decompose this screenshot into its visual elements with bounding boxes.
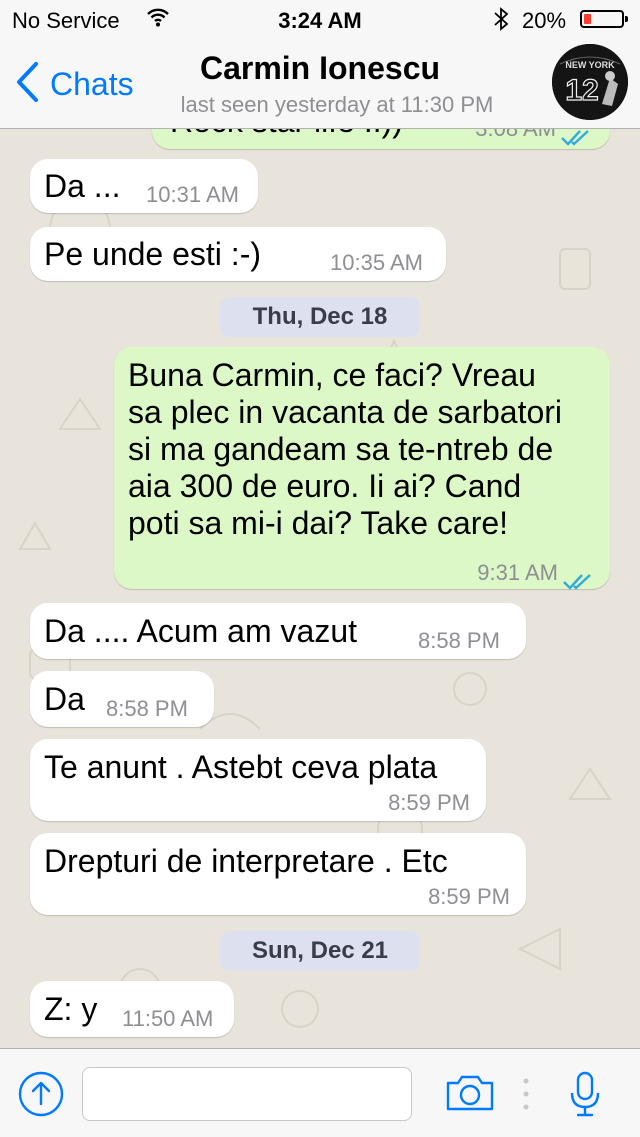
message-time: 8:58 PM	[106, 696, 188, 721]
message-outgoing[interactable]: Rock star life !!)) 3:08 AM	[152, 129, 610, 149]
status-bar: No Service 3:24 AM 20%	[0, 0, 640, 40]
message-line: aia 300 de euro. Ii ai? Cand	[128, 468, 522, 504]
upload-arrow-icon[interactable]	[18, 1071, 64, 1122]
message-time: 10:35 AM	[330, 250, 423, 275]
avatar-number: 12	[565, 74, 598, 107]
battery-icon	[580, 10, 628, 28]
avatar-caption: NEW YORK	[565, 60, 615, 70]
message-input[interactable]	[82, 1067, 412, 1121]
date-separator: Thu, Dec 18	[220, 297, 420, 337]
message-incoming[interactable]: Da .... Acum am vazut 8:58 PM	[30, 603, 526, 659]
message-text: Te anunt . Astebt ceva plata	[44, 749, 438, 785]
message-text: Pe unde esti :-)	[44, 236, 261, 272]
message-text: Rock star life !!))	[170, 129, 403, 141]
message-incoming[interactable]: Te anunt . Astebt ceva plata 8:59 PM	[30, 739, 486, 821]
message-time: 8:58 PM	[418, 628, 500, 653]
microphone-icon[interactable]	[568, 1071, 602, 1124]
contact-name[interactable]: Carmin Ionescu	[0, 50, 640, 87]
message-text: Drepturi de interpretare . Etc	[44, 843, 448, 879]
camera-icon[interactable]	[444, 1073, 496, 1118]
message-outgoing[interactable]: Buna Carmin, ce faci? Vreau sa plec in v…	[114, 347, 610, 590]
divider-dots-icon	[522, 1077, 530, 1116]
composer-bar	[0, 1048, 640, 1137]
message-line: Buna Carmin, ce faci? Vreau	[128, 357, 536, 393]
message-text: Da	[44, 681, 85, 717]
message-line: sa plec in vacanta de sarbatori	[128, 394, 563, 430]
message-incoming[interactable]: Drepturi de interpretare . Etc 8:59 PM	[30, 833, 526, 915]
message-line: si ma gandeam sa te-ntreb de	[128, 431, 554, 467]
avatar[interactable]: NEW YORK 12	[552, 44, 628, 120]
message-incoming[interactable]: Z: y 11:50 AM	[30, 981, 234, 1037]
message-line: poti sa mi-i dai? Take care!	[128, 505, 509, 541]
message-time: 8:59 PM	[388, 790, 470, 815]
message-time: 9:31 AM	[477, 560, 558, 585]
message-time: 3:08 AM	[475, 129, 556, 141]
message-incoming[interactable]: Da 8:58 PM	[30, 671, 214, 727]
message-incoming[interactable]: Da ... 10:31 AM	[30, 159, 258, 213]
bluetooth-icon	[492, 6, 510, 38]
message-time: 8:59 PM	[428, 884, 510, 909]
date-separator: Sun, Dec 21	[220, 931, 420, 971]
message-text: Da .... Acum am vazut	[44, 613, 357, 649]
read-ticks-icon	[560, 129, 592, 157]
message-text: Z: y	[44, 991, 98, 1027]
message-text: Da ...	[44, 168, 121, 204]
read-ticks-icon	[562, 561, 594, 601]
message-time: 11:50 AM	[122, 1006, 214, 1031]
message-list[interactable]: Rock star life !!)) 3:08 AM Da ... 10:31…	[0, 129, 640, 1048]
battery-percent: 20%	[522, 8, 567, 33]
last-seen: last seen yesterday at 11:30 PM	[180, 92, 494, 117]
chat-header: Chats Carmin Ionescu last seen yesterday…	[0, 40, 640, 129]
message-time: 10:31 AM	[146, 182, 239, 207]
message-incoming[interactable]: Pe unde esti :-) 10:35 AM	[30, 227, 446, 281]
